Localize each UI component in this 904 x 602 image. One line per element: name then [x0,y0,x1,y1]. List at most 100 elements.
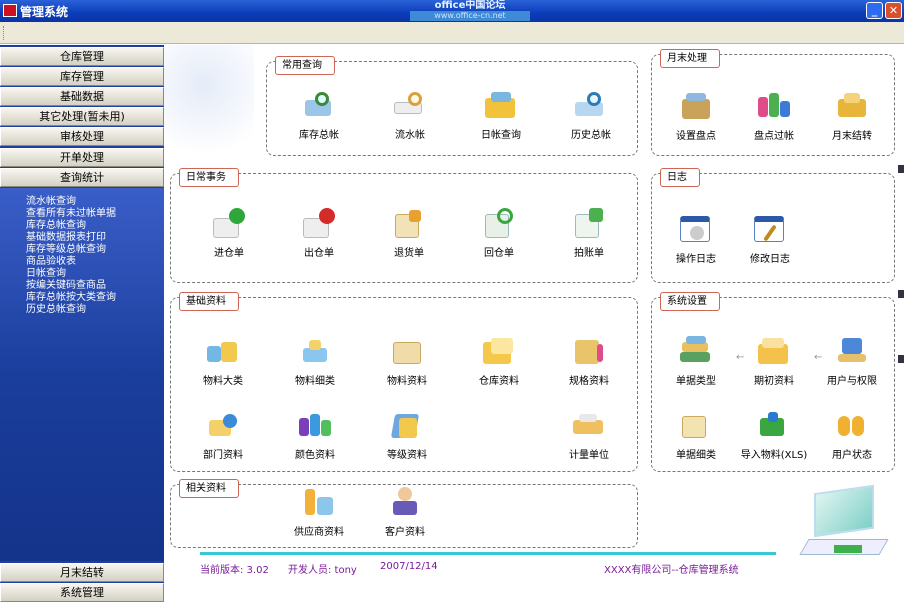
edge-mark [898,290,904,298]
menu-inventory[interactable]: 库存管理 [0,67,164,86]
item-label: 库存总帐 [299,130,339,141]
item-operation-log[interactable]: 操作日志 [656,214,736,265]
sub-item[interactable]: 历史总帐查询 [0,304,164,316]
item-stock-out[interactable]: 出仓单 [279,208,359,259]
item-label: 用户与权限 [827,376,877,387]
plus-doc-icon [211,208,247,238]
item-history-ledger[interactable]: 历史总帐 [551,90,631,141]
magnifier-paper-icon [392,90,428,120]
minimize-button[interactable]: _ [866,2,883,19]
menu-billing[interactable]: 开单处理 [0,148,164,167]
group-title: 日常事务 [179,168,239,187]
item-spec-data[interactable]: 规格资料 [549,336,629,387]
sub-item[interactable]: 查看所有未过帐单据 [0,208,164,220]
item-material-category[interactable]: 物料大类 [183,336,263,387]
sub-item[interactable]: 库存等级总帐查询 [0,244,164,256]
item-return[interactable]: 退货单 [369,208,449,259]
item-material-subcategory[interactable]: 物料细类 [275,336,355,387]
item-customer-data[interactable]: 客户资料 [365,487,445,538]
item-stock-ledger[interactable]: 库存总帐 [279,90,359,141]
group-title: 月末处理 [660,49,720,68]
boxes-icon [205,336,241,366]
item-label: 出仓单 [304,248,334,259]
item-opening-data[interactable]: 期初资料 [734,336,814,387]
item-modify-log[interactable]: 修改日志 [730,214,810,265]
item-grade-data[interactable]: 等级资料 [367,410,447,461]
item-set-stocktake[interactable]: 设置盘点 [656,91,736,142]
item-adjust[interactable]: 拍账单 [549,208,629,259]
item-month-close[interactable]: 月末结转 [812,91,892,142]
developer-text: 开发人员: tony [288,565,357,576]
item-label: 退货单 [394,248,424,259]
item-material-data[interactable]: 物料资料 [367,336,447,387]
item-daily-query[interactable]: 日帐查询 [461,90,541,141]
item-label: 部门资料 [203,450,243,461]
window-title: 管理系统 [20,5,69,19]
item-stock-in[interactable]: 进仓单 [189,208,269,259]
item-label: 拍账单 [574,248,604,259]
computer-illustration [799,484,892,565]
books-stack-icon [678,336,714,366]
menu-month-end[interactable]: 月末结转 [0,563,164,582]
doc-stack-icon [678,410,714,440]
menu-audit[interactable]: 审核处理 [0,127,164,146]
group-title: 常用查询 [275,56,335,75]
menu-warehouse[interactable]: 仓库管理 [0,47,164,66]
book-icon [389,336,425,366]
import-arrow-icon [756,410,792,440]
status-divider [200,552,776,555]
group-title: 相关资料 [179,479,239,498]
sub-item[interactable]: 库存总帐查询 [0,220,164,232]
edge-mark [898,355,904,363]
group-basic: 基础资料 物料大类 物料细类 物料资料 仓库资料 规格资料 部门资料 颜色资料 [170,292,638,472]
group-title: 系统设置 [660,292,720,311]
magnifier-chart-icon [301,90,337,120]
item-label: 设置盘点 [676,131,716,142]
menu-system[interactable]: 系统管理 [0,583,164,602]
item-label: 月末结转 [832,131,872,142]
close-button[interactable]: ✕ [885,2,902,19]
company-text: XXXX有限公司--仓库管理系统 [604,565,739,576]
group-month-end: 月末处理 设置盘点 盘点过帐 月末结转 [651,49,895,156]
group-title: 基础资料 [179,292,239,311]
user-computer-icon [834,336,870,366]
item-label: 修改日志 [750,254,790,265]
customer-person-icon [387,487,423,517]
main-area: 常用查询 库存总帐 流水帐 日帐查询 历史总帐 月末处理 设置盘点 盘点过帐 月… [164,45,904,589]
item-user-status[interactable]: 用户状态 [812,410,892,461]
title-bar: 管理系统 office中国论坛 www.office-cn.net _ ✕ [0,0,904,22]
sub-item[interactable]: 库存总帐按大类查询 [0,292,164,304]
item-supplier-data[interactable]: 供应商资料 [279,487,359,538]
sub-item[interactable]: 商品验收表 [0,256,164,268]
menu-query[interactable]: 查询统计 [0,168,164,187]
sub-item[interactable]: 基础数据报表打印 [0,232,164,244]
sub-item[interactable]: 流水帐查询 [0,196,164,208]
item-journal[interactable]: 流水帐 [370,90,450,141]
menu-basic-data[interactable]: 基础数据 [0,87,164,106]
boxes-small-icon [297,336,333,366]
toolbar-grip[interactable] [3,26,6,40]
item-label: 导入物料(XLS) [740,450,808,461]
item-label: 历史总帐 [571,130,611,141]
grade-cards-icon [389,410,425,440]
item-label: 日帐查询 [481,130,521,141]
item-unit-of-measure[interactable]: 计量单位 [549,410,629,461]
item-stocktake-post[interactable]: 盘点过帐 [734,91,814,142]
gold-stack-icon [834,91,870,121]
item-back-to-warehouse[interactable]: 回仓单 [459,208,539,259]
sub-item[interactable]: 日帐查询 [0,268,164,280]
item-department-data[interactable]: 部门资料 [183,410,263,461]
edge-mark [898,165,904,173]
sub-item[interactable]: 按编关键码查商品 [0,280,164,292]
version-text: 当前版本: 3.02 [200,565,269,576]
item-document-type[interactable]: 单据类型 [656,336,736,387]
date-text: 2007/12/14 [380,561,438,572]
menu-other[interactable]: 其它处理(暂未用) [0,107,164,126]
item-import-xls[interactable]: 导入物料(XLS) [734,410,814,461]
item-users-permissions[interactable]: 用户与权限 [812,336,892,387]
item-document-subtype[interactable]: 单据细类 [656,410,736,461]
users-icon [834,410,870,440]
item-color-data[interactable]: 颜色资料 [275,410,355,461]
item-label: 计量单位 [569,450,609,461]
item-warehouse-data[interactable]: 仓库资料 [459,336,539,387]
